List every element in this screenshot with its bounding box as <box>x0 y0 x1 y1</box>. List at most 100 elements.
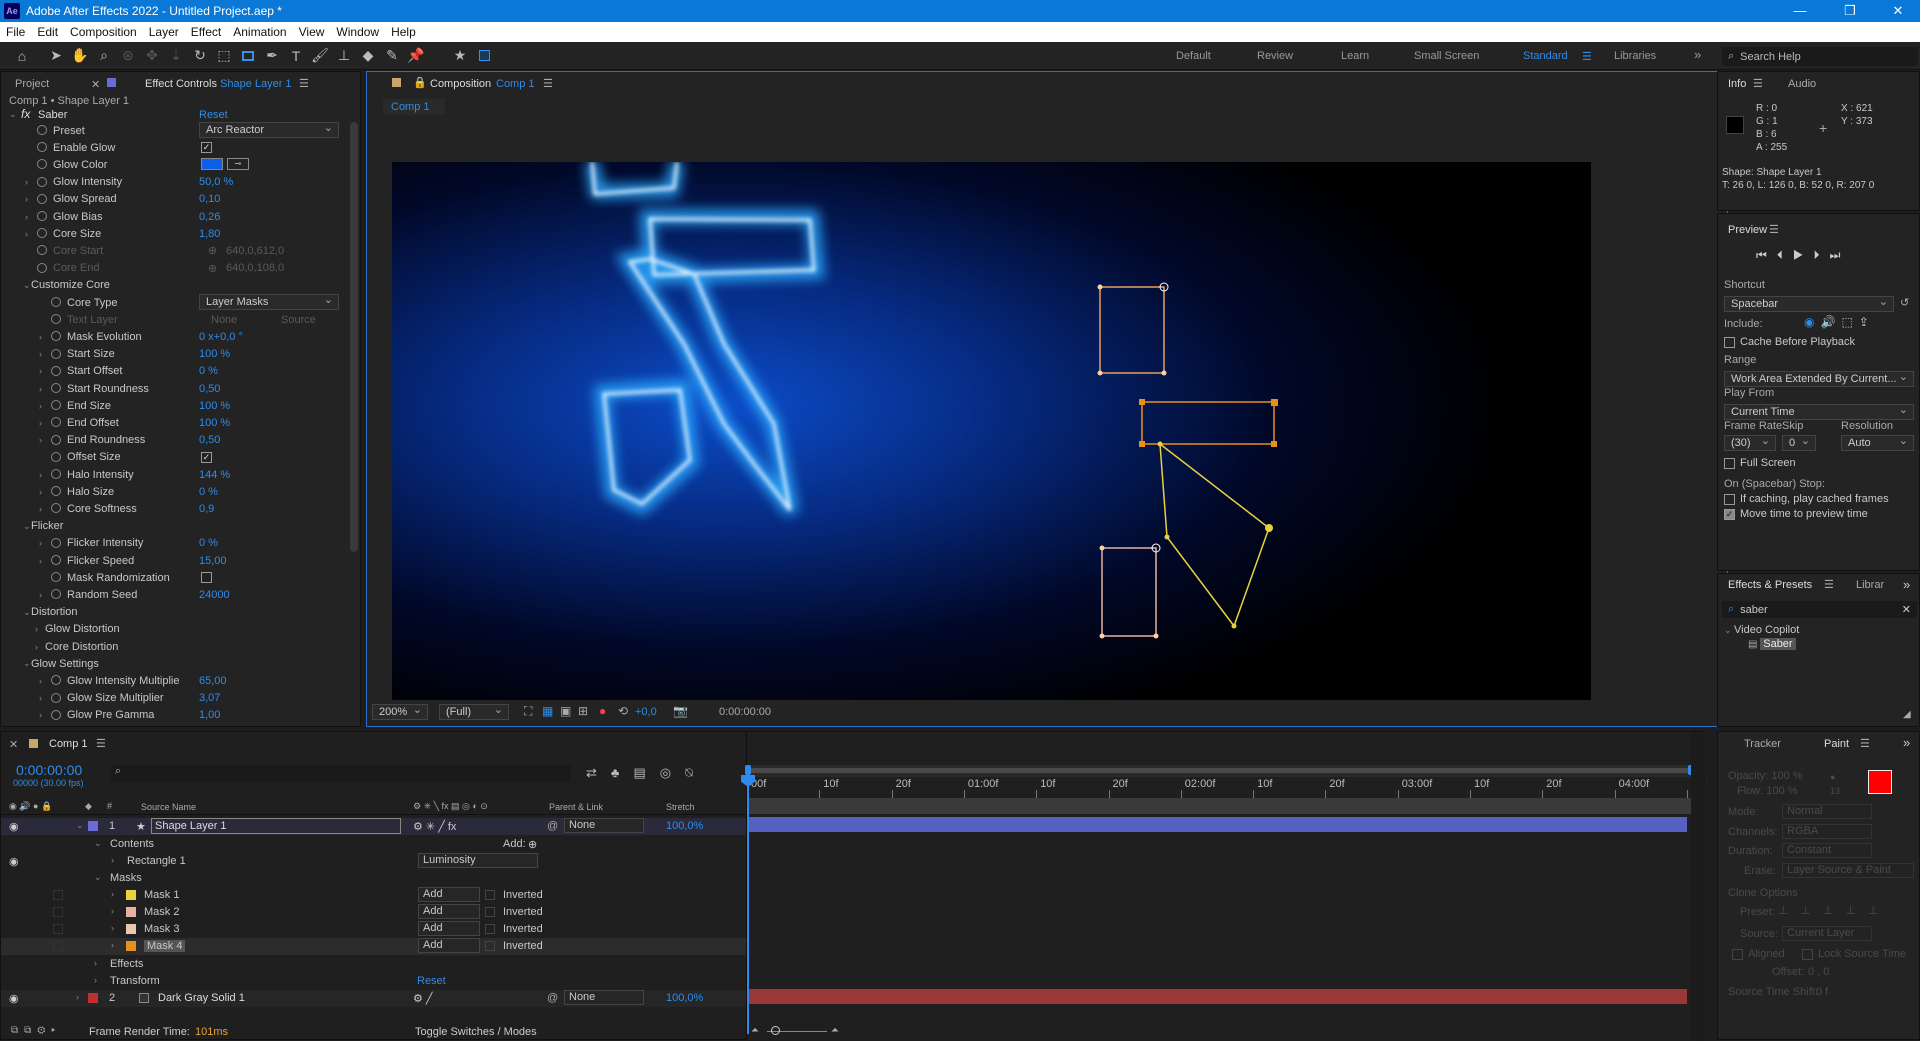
motion-blur-icon[interactable]: ◎ <box>660 765 685 780</box>
prop-expand-icon[interactable]: › <box>39 693 42 703</box>
transfer-controls-icon[interactable]: ⚙ <box>37 1025 51 1036</box>
resize-handle-icon[interactable]: ◢ <box>1903 709 1911 720</box>
duration-dropdown[interactable]: Constant <box>1782 843 1872 858</box>
pen-tool-icon[interactable]: ✒ <box>260 45 284 67</box>
prop-expand-icon[interactable]: › <box>39 504 42 514</box>
ec-row-glow-spread[interactable]: › Glow Spread 0,10 <box>1 191 341 208</box>
ec-value[interactable]: 0 x+0,0 ° <box>199 331 243 343</box>
ec-row-customize-core[interactable]: ⌄ Customize Core <box>1 277 341 294</box>
clone-preset-icons[interactable]: ⊥⊥⊥⊥⊥ <box>1778 903 1890 917</box>
comp-sub-tab[interactable]: Comp 1 <box>383 99 445 115</box>
layer-2-name[interactable]: Dark Gray Solid 1 <box>158 992 245 1004</box>
ec-row-glow-bias[interactable]: › Glow Bias 0,26 <box>1 208 341 225</box>
first-frame-icon[interactable]: ⏮ <box>1756 248 1777 262</box>
stopwatch-icon[interactable] <box>51 589 61 600</box>
ec-row-glow-color[interactable]: Glow Color ⊸ <box>1 156 341 173</box>
prop-expand-icon[interactable]: › <box>39 487 42 497</box>
roto-brush-tool-icon[interactable]: ✎ <box>380 45 404 67</box>
stopwatch-icon[interactable] <box>51 365 61 376</box>
tab-tracker[interactable]: Tracker <box>1744 738 1781 750</box>
effect-reset-link[interactable]: Reset <box>199 109 228 121</box>
stopwatch-icon[interactable] <box>51 486 61 497</box>
stopwatch-icon[interactable] <box>37 211 47 221</box>
ec-row-core-size[interactable]: › Core Size 1,80 <box>1 225 341 242</box>
paint-overflow-icon[interactable]: » <box>1903 735 1910 750</box>
menu-animation[interactable]: Animation <box>227 25 292 39</box>
layer-2-pickwhip-icon[interactable]: @ <box>547 992 558 1004</box>
stopwatch-icon[interactable] <box>37 245 47 256</box>
ec-value[interactable]: 1,80 <box>199 228 220 240</box>
erase-dropdown[interactable]: Layer Source & Paint <box>1782 863 1914 878</box>
include-overlays-icon[interactable]: ⬚ <box>1841 315 1858 329</box>
ec-value[interactable]: 65,00 <box>199 675 227 687</box>
mask-expand-icon[interactable]: › <box>111 923 114 933</box>
ec-row-glow-distortion[interactable]: › Glow Distortion <box>1 621 341 638</box>
layer-1-parent-dropdown[interactable]: None <box>564 818 644 833</box>
prop-expand-icon[interactable]: › <box>25 229 28 239</box>
stopwatch-icon[interactable] <box>51 348 61 359</box>
transform-reset-link[interactable]: Reset <box>417 975 446 987</box>
stopwatch-icon[interactable] <box>51 297 61 307</box>
stopwatch-icon[interactable] <box>37 228 47 239</box>
grid-guides-icon[interactable]: ⊞ <box>578 704 588 718</box>
pan-tool-icon[interactable]: ✥ <box>140 45 164 67</box>
cache-checkbox[interactable]: Cache Before Playback <box>1724 336 1855 348</box>
prop-expand-icon[interactable]: › <box>39 710 42 720</box>
workspace-libraries[interactable]: Libraries <box>1614 50 1656 62</box>
mask-color-swatch[interactable] <box>126 890 136 900</box>
mask-color-swatch[interactable] <box>126 924 136 934</box>
close-tab-icon[interactable]: ✕ <box>91 78 100 91</box>
ec-row-glow-size-multiplier[interactable]: › Glow Size Multiplier 3,07 <box>1 690 341 707</box>
stopwatch-icon[interactable] <box>51 314 61 325</box>
zoom-dropdown[interactable]: 200% <box>372 703 428 720</box>
layer-1-label-color[interactable] <box>88 821 98 831</box>
panel-menu-icon[interactable]: ☰ <box>299 77 309 90</box>
prop-expand-icon[interactable]: › <box>39 676 42 686</box>
effects-search-field[interactable]: ⌕ saber ✕ <box>1722 601 1917 618</box>
prop-expand-icon[interactable]: › <box>39 538 42 548</box>
menu-effect[interactable]: Effect <box>185 25 227 39</box>
pan-behind-tool-icon[interactable]: ⬚ <box>212 45 236 67</box>
effect-expand-icon[interactable]: ⌄ <box>9 109 17 120</box>
timeline-close-icon[interactable]: ✕ <box>9 738 18 751</box>
prop-expand-icon[interactable]: › <box>25 194 28 204</box>
inverted-checkbox[interactable] <box>485 890 495 900</box>
ec-row-core-end[interactable]: Core End 640,0,108,0 ⊕ <box>1 260 341 277</box>
inverted-checkbox[interactable] <box>485 907 495 917</box>
clone-stamp-tool-icon[interactable]: ⊥ <box>332 45 356 67</box>
prop-expand-icon[interactable]: › <box>39 418 42 428</box>
close-icon[interactable]: ✕ <box>1878 0 1918 22</box>
ec-value[interactable]: 15,00 <box>199 555 227 567</box>
stopwatch-icon[interactable] <box>37 176 47 187</box>
type-tool-icon[interactable]: T <box>284 45 308 67</box>
layer-2-parent-dropdown[interactable]: None <box>564 990 644 1005</box>
prop-expand-icon[interactable]: › <box>39 366 42 376</box>
mask-row[interactable]: ›Mask 2AddInvertedI <box>1 904 752 921</box>
ec-value[interactable]: 100 % <box>199 348 230 360</box>
glow-color-swatch[interactable] <box>201 158 223 171</box>
ec-row-flicker-intensity[interactable]: › Flicker Intensity 0 % <box>1 535 341 552</box>
tab-project[interactable]: Project <box>15 78 49 90</box>
ec-row-flicker[interactable]: ⌄ Flicker <box>1 518 341 535</box>
brush-tool-icon[interactable]: 🖌 <box>308 45 332 67</box>
skip-dropdown[interactable]: 0 <box>1782 434 1816 451</box>
mask-mode-dropdown[interactable]: Add <box>418 921 480 936</box>
ec-row-preset[interactable]: Preset Arc Reactor <box>1 121 341 139</box>
eyedropper-icon[interactable]: ⊸ <box>227 158 249 171</box>
prop-expand-icon[interactable]: › <box>39 590 42 600</box>
tab-effect-controls[interactable]: Effect Controls <box>145 78 217 90</box>
group-expand-icon[interactable]: ⌄ <box>23 607 31 618</box>
ec-row-random-seed[interactable]: › Random Seed 24000 <box>1 586 341 603</box>
layer-row-2[interactable]: ◉ › 2 Dark Gray Solid 1 ⚙ ╱ @ None 100,0… <box>1 990 746 1007</box>
stopwatch-icon[interactable] <box>51 434 61 445</box>
transform-expand-icon[interactable]: › <box>94 975 97 985</box>
layer-row-1[interactable]: ◉ ⌄ 1 ★ Shape Layer 1 ⚙ ✳ ╱ fx @ None 10… <box>1 818 746 835</box>
last-frame-icon[interactable]: ⏭ <box>1830 248 1851 262</box>
move-time-checkbox[interactable]: ✓ Move time to preview time <box>1724 508 1868 520</box>
ec-row-core-distortion[interactable]: › Core Distortion <box>1 638 341 655</box>
panel-overflow-icon[interactable]: » <box>1903 577 1910 592</box>
mask-mode-dropdown[interactable]: Add <box>418 938 480 953</box>
mask-name[interactable]: Mask 3 <box>144 923 179 935</box>
aligned-checkbox[interactable]: Aligned <box>1732 948 1785 960</box>
source-dropdown[interactable]: Current Layer <box>1782 926 1872 941</box>
